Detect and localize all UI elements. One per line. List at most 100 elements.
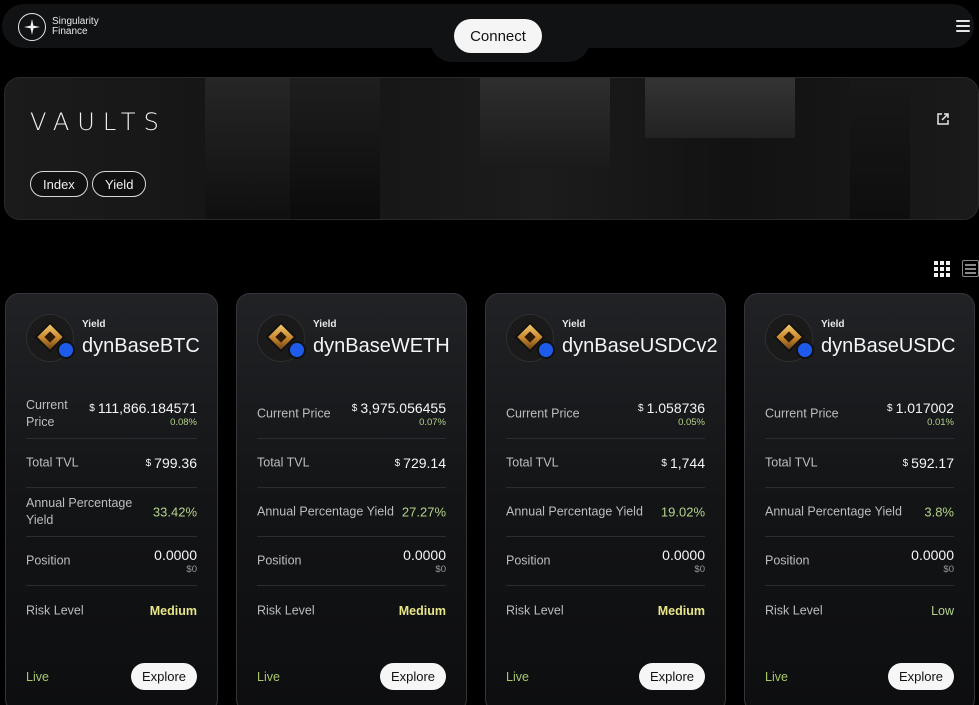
apy-value: 19.02% [660, 504, 705, 520]
price-change: 0.08% [170, 417, 197, 428]
vault-type: Yield [821, 319, 845, 330]
vault-card[interactable]: Yield dynBaseUSDCv2 Current Price $1.058… [485, 293, 726, 705]
total-tvl-row: Total TVL $799.36 [26, 439, 197, 488]
risk-value: Medium [398, 603, 446, 618]
banner-decor-block [480, 78, 610, 168]
total-tvl-label: Total TVL [506, 455, 559, 470]
total-tvl-row: Total TVL $592.17 [765, 439, 954, 488]
brand-name-line2: Finance [52, 26, 88, 37]
apy-value: 3.8% [924, 504, 954, 520]
diamond-vault-icon [765, 314, 814, 362]
vault-name: dynBaseUSDC [821, 335, 956, 357]
risk-value: Medium [657, 603, 705, 618]
position-label: Position [506, 553, 551, 568]
total-tvl-label: Total TVL [765, 455, 818, 470]
vaults-banner: VAULTS Index Yield [4, 77, 979, 220]
current-price-label: Current Price [26, 398, 68, 429]
risk-label: Risk Level [26, 603, 84, 617]
total-tvl-label: Total TVL [257, 455, 310, 470]
base-chain-icon [57, 341, 75, 359]
risk-row: Risk Level Medium [26, 586, 197, 635]
current-price-value: $3,975.056455 0.07% [351, 400, 446, 428]
apy-label: Annual Percentage Yield [257, 504, 394, 519]
hamburger-menu-icon[interactable] [956, 20, 970, 32]
vault-name: dynBaseBTC [82, 335, 200, 357]
status-badge: Live [257, 670, 280, 684]
diamond-vault-icon [506, 314, 555, 362]
apy-value: 27.27% [401, 504, 446, 520]
grid-view-icon[interactable] [934, 261, 950, 277]
risk-label: Risk Level [257, 603, 315, 617]
position-row: Position 0.0000 $0 [257, 537, 446, 586]
banner-decor-block [645, 78, 795, 138]
list-view-icon[interactable] [962, 260, 979, 277]
current-price-row: Current Price $3,975.056455 0.07% [257, 390, 446, 439]
current-price-label: Current Price [506, 406, 580, 421]
current-price-value: $111,866.184571 0.08% [89, 400, 197, 428]
base-chain-icon [796, 341, 814, 359]
position-label: Position [765, 553, 810, 568]
risk-row: Risk Level Medium [506, 586, 705, 635]
status-badge: Live [765, 670, 788, 684]
position-value: 0.0000 $0 [403, 547, 446, 575]
explore-button[interactable]: Explore [888, 663, 954, 690]
vault-type: Yield [562, 319, 586, 330]
sparkle-logo-icon [18, 13, 46, 41]
total-tvl-value: $592.17 [902, 455, 954, 471]
current-price-row: Current Price $1.058736 0.05% [506, 390, 705, 439]
current-price-label: Current Price [765, 406, 839, 421]
explore-button[interactable]: Explore [131, 663, 197, 690]
filter-chip-index[interactable]: Index [30, 171, 88, 197]
total-tvl-row: Total TVL $1,744 [506, 439, 705, 488]
apy-row: Annual Percentage Yield 19.02% [506, 488, 705, 537]
total-tvl-value: $729.14 [394, 455, 446, 471]
vault-card[interactable]: Yield dynBaseBTC Current Price $111,866.1… [5, 293, 218, 705]
external-link-icon[interactable] [936, 112, 950, 126]
current-price-value: $1.058736 0.05% [638, 400, 705, 428]
risk-row: Risk Level Medium [257, 586, 446, 635]
apy-row: Annual Percentage Yield 3.8% [765, 488, 954, 537]
brand-logo[interactable]: Singularity Finance [18, 13, 99, 41]
explore-button[interactable]: Explore [380, 663, 446, 690]
price-change: 0.07% [419, 417, 446, 428]
total-tvl-value: $1,744 [661, 455, 705, 471]
vault-type: Yield [313, 319, 337, 330]
vault-card[interactable]: Yield dynBaseWETH Current Price $3,975.0… [236, 293, 467, 705]
risk-label: Risk Level [506, 603, 564, 617]
apy-label: Annual Percentage Yield [506, 504, 643, 519]
position-row: Position 0.0000 $0 [506, 537, 705, 586]
current-price-label: Current Price [257, 406, 331, 421]
apy-label: Annual Percentage Yield [26, 496, 133, 527]
vault-type: Yield [82, 319, 106, 330]
base-chain-icon [288, 341, 306, 359]
diamond-vault-icon [257, 314, 306, 362]
position-value: 0.0000 $0 [911, 547, 954, 575]
banner-decor-block [290, 78, 380, 219]
status-badge: Live [506, 670, 529, 684]
risk-label: Risk Level [765, 603, 823, 617]
apy-value: 33.42% [152, 504, 197, 520]
explore-button[interactable]: Explore [639, 663, 705, 690]
position-row: Position 0.0000 $0 [26, 537, 197, 586]
risk-value: Low [931, 603, 954, 618]
total-tvl-value: $799.36 [145, 455, 197, 471]
current-price-value: $1.017002 0.01% [887, 400, 954, 428]
position-label: Position [26, 553, 71, 568]
status-badge: Live [26, 670, 49, 684]
page-title: VAULTS [30, 108, 167, 136]
connect-button[interactable]: Connect [454, 19, 542, 53]
total-tvl-row: Total TVL $729.14 [257, 439, 446, 488]
banner-decor-block [850, 78, 910, 219]
price-change: 0.01% [927, 417, 954, 428]
position-row: Position 0.0000 $0 [765, 537, 954, 586]
filter-chip-yield[interactable]: Yield [92, 171, 147, 197]
vault-name: dynBaseWETH [313, 335, 450, 357]
vault-card[interactable]: Yield dynBaseUSDC Current Price $1.01700… [744, 293, 975, 705]
position-value: 0.0000 $0 [662, 547, 705, 575]
apy-row: Annual Percentage Yield 27.27% [257, 488, 446, 537]
base-chain-icon [537, 341, 555, 359]
diamond-vault-icon [26, 314, 75, 362]
risk-row: Risk Level Low [765, 586, 954, 635]
position-value: 0.0000 $0 [154, 547, 197, 575]
apy-label: Annual Percentage Yield [765, 504, 902, 519]
